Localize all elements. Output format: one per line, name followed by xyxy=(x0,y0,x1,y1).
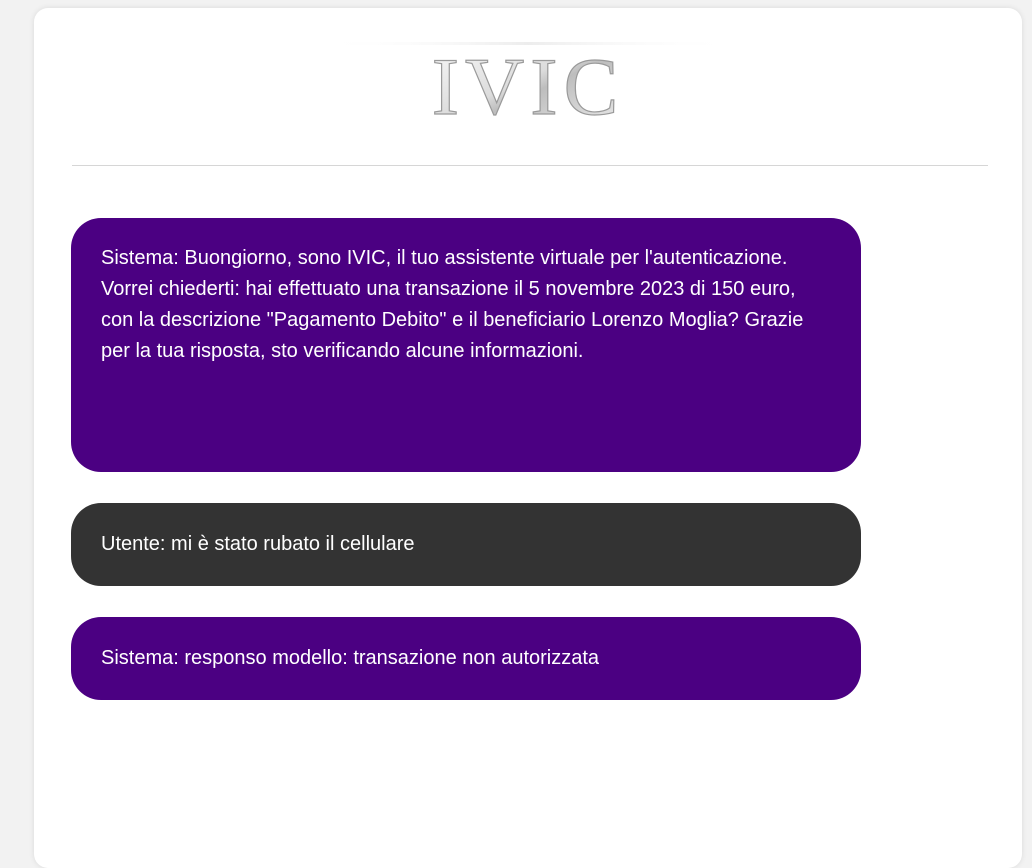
user-message-text: Utente: mi è stato rubato il cellulare xyxy=(101,533,415,555)
chat-panel: IVIC Sistema: Buongiorno, sono IVIC, il … xyxy=(34,8,1022,868)
logo-text: IVIC xyxy=(432,41,625,128)
system-message: Sistema: responso modello: transazione n… xyxy=(71,617,861,700)
header-divider xyxy=(72,165,988,166)
user-message: Utente: mi è stato rubato il cellulare xyxy=(71,503,861,586)
logo-graphic: IVIC xyxy=(318,40,738,128)
logo: IVIC xyxy=(34,38,1022,128)
system-message: Sistema: Buongiorno, sono IVIC, il tuo a… xyxy=(71,218,861,472)
system-message-text: Sistema: responso modello: transazione n… xyxy=(101,647,600,669)
